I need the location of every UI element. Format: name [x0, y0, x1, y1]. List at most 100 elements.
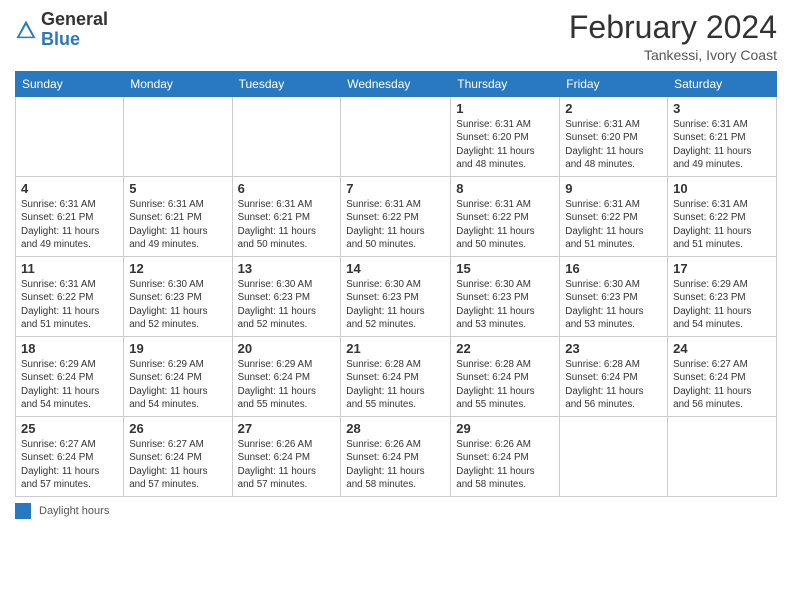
day-info: Sunrise: 6:31 AM Sunset: 6:22 PM Dayligh…	[565, 198, 662, 251]
calendar-cell: 6 Sunrise: 6:31 AM Sunset: 6:21 PM Daylig…	[232, 177, 341, 257]
calendar-cell: 7 Sunrise: 6:31 AM Sunset: 6:22 PM Daylig…	[341, 177, 451, 257]
day-info: Sunrise: 6:29 AM Sunset: 6:24 PM Dayligh…	[129, 358, 226, 411]
calendar-cell: 15 Sunrise: 6:30 AM Sunset: 6:23 PM Dayli…	[451, 257, 560, 337]
day-info: Sunrise: 6:29 AM Sunset: 6:24 PM Dayligh…	[21, 358, 118, 411]
calendar-cell: 19 Sunrise: 6:29 AM Sunset: 6:24 PM Dayli…	[124, 337, 232, 417]
logo-icon	[15, 19, 37, 41]
day-number: 27	[238, 421, 336, 436]
legend-color-box	[15, 503, 31, 519]
calendar-cell	[341, 97, 451, 177]
calendar-cell: 13 Sunrise: 6:30 AM Sunset: 6:23 PM Dayli…	[232, 257, 341, 337]
day-number: 6	[238, 181, 336, 196]
day-number: 7	[346, 181, 445, 196]
calendar-cell: 17 Sunrise: 6:29 AM Sunset: 6:23 PM Dayli…	[668, 257, 777, 337]
day-info: Sunrise: 6:31 AM Sunset: 6:21 PM Dayligh…	[238, 198, 336, 251]
day-number: 3	[673, 101, 771, 116]
calendar-header-thursday: Thursday	[451, 72, 560, 97]
calendar-cell	[560, 417, 668, 497]
day-number: 22	[456, 341, 554, 356]
day-number: 26	[129, 421, 226, 436]
footer: Daylight hours	[15, 503, 777, 519]
day-number: 25	[21, 421, 118, 436]
calendar-cell: 12Sunrise: 6:30 AM Sunset: 6:23 PM Dayli…	[124, 257, 232, 337]
day-number: 19	[129, 341, 226, 356]
day-info: Sunrise: 6:27 AM Sunset: 6:24 PM Dayligh…	[673, 358, 771, 411]
calendar-table: SundayMondayTuesdayWednesdayThursdayFrid…	[15, 71, 777, 497]
calendar-cell: 25 Sunrise: 6:27 AM Sunset: 6:24 PM Dayli…	[16, 417, 124, 497]
header: General Blue February 2024 Tankessi, Ivo…	[15, 10, 777, 63]
calendar-week-1: 1Sunrise: 6:31 AM Sunset: 6:20 PM Daylig…	[16, 97, 777, 177]
day-info: Sunrise: 6:27 AM Sunset: 6:24 PM Dayligh…	[21, 438, 118, 491]
calendar-cell	[124, 97, 232, 177]
day-number: 23	[565, 341, 662, 356]
month-title: February 2024	[569, 10, 777, 45]
logo-blue-text: Blue	[41, 29, 80, 49]
calendar-header-sunday: Sunday	[16, 72, 124, 97]
day-info: Sunrise: 6:26 AM Sunset: 6:24 PM Dayligh…	[456, 438, 554, 491]
day-number: 14	[346, 261, 445, 276]
calendar-header-row: SundayMondayTuesdayWednesdayThursdayFrid…	[16, 72, 777, 97]
day-number: 21	[346, 341, 445, 356]
day-number: 28	[346, 421, 445, 436]
calendar-cell: 20 Sunrise: 6:29 AM Sunset: 6:24 PM Dayli…	[232, 337, 341, 417]
day-number: 8	[456, 181, 554, 196]
calendar-week-4: 18Sunrise: 6:29 AM Sunset: 6:24 PM Dayli…	[16, 337, 777, 417]
day-number: 13	[238, 261, 336, 276]
day-info: Sunrise: 6:31 AM Sunset: 6:22 PM Dayligh…	[21, 278, 118, 331]
calendar-cell: 3 Sunrise: 6:31 AM Sunset: 6:21 PM Daylig…	[668, 97, 777, 177]
calendar-cell: 22 Sunrise: 6:28 AM Sunset: 6:24 PM Dayli…	[451, 337, 560, 417]
day-number: 4	[21, 181, 118, 196]
day-info: Sunrise: 6:31 AM Sunset: 6:20 PM Dayligh…	[456, 118, 554, 171]
calendar-cell: 29Sunrise: 6:26 AM Sunset: 6:24 PM Dayli…	[451, 417, 560, 497]
calendar-cell: 26Sunrise: 6:27 AM Sunset: 6:24 PM Dayli…	[124, 417, 232, 497]
calendar-cell: 21 Sunrise: 6:28 AM Sunset: 6:24 PM Dayli…	[341, 337, 451, 417]
day-info: Sunrise: 6:31 AM Sunset: 6:21 PM Dayligh…	[673, 118, 771, 171]
calendar-cell	[232, 97, 341, 177]
day-info: Sunrise: 6:29 AM Sunset: 6:23 PM Dayligh…	[673, 278, 771, 331]
day-info: Sunrise: 6:30 AM Sunset: 6:23 PM Dayligh…	[456, 278, 554, 331]
calendar-week-3: 11Sunrise: 6:31 AM Sunset: 6:22 PM Dayli…	[16, 257, 777, 337]
calendar-cell: 10 Sunrise: 6:31 AM Sunset: 6:22 PM Dayli…	[668, 177, 777, 257]
day-info: Sunrise: 6:30 AM Sunset: 6:23 PM Dayligh…	[238, 278, 336, 331]
day-info: Sunrise: 6:28 AM Sunset: 6:24 PM Dayligh…	[565, 358, 662, 411]
day-info: Sunrise: 6:29 AM Sunset: 6:24 PM Dayligh…	[238, 358, 336, 411]
calendar-cell: 16Sunrise: 6:30 AM Sunset: 6:23 PM Dayli…	[560, 257, 668, 337]
calendar-header-saturday: Saturday	[668, 72, 777, 97]
logo: General Blue	[15, 10, 108, 50]
calendar-header-wednesday: Wednesday	[341, 72, 451, 97]
day-info: Sunrise: 6:28 AM Sunset: 6:24 PM Dayligh…	[346, 358, 445, 411]
day-info: Sunrise: 6:31 AM Sunset: 6:22 PM Dayligh…	[456, 198, 554, 251]
calendar-cell: 28Sunrise: 6:26 AM Sunset: 6:24 PM Dayli…	[341, 417, 451, 497]
calendar-header-tuesday: Tuesday	[232, 72, 341, 97]
day-info: Sunrise: 6:28 AM Sunset: 6:24 PM Dayligh…	[456, 358, 554, 411]
calendar-cell: 4Sunrise: 6:31 AM Sunset: 6:21 PM Daylig…	[16, 177, 124, 257]
calendar-cell	[668, 417, 777, 497]
day-info: Sunrise: 6:31 AM Sunset: 6:21 PM Dayligh…	[129, 198, 226, 251]
day-info: Sunrise: 6:30 AM Sunset: 6:23 PM Dayligh…	[565, 278, 662, 331]
day-number: 20	[238, 341, 336, 356]
day-number: 5	[129, 181, 226, 196]
calendar-cell: 27Sunrise: 6:26 AM Sunset: 6:24 PM Dayli…	[232, 417, 341, 497]
day-number: 17	[673, 261, 771, 276]
day-info: Sunrise: 6:31 AM Sunset: 6:22 PM Dayligh…	[346, 198, 445, 251]
calendar-cell: 8 Sunrise: 6:31 AM Sunset: 6:22 PM Daylig…	[451, 177, 560, 257]
day-info: Sunrise: 6:30 AM Sunset: 6:23 PM Dayligh…	[129, 278, 226, 331]
calendar-cell: 2Sunrise: 6:31 AM Sunset: 6:20 PM Daylig…	[560, 97, 668, 177]
calendar-week-2: 4 Sunrise: 6:31 AM Sunset: 6:21 PM Daylig…	[16, 177, 777, 257]
calendar-header-friday: Friday	[560, 72, 668, 97]
day-number: 24	[673, 341, 771, 356]
day-number: 2	[565, 101, 662, 116]
day-number: 10	[673, 181, 771, 196]
day-number: 15	[456, 261, 554, 276]
calendar-cell: 1Sunrise: 6:31 AM Sunset: 6:20 PM Daylig…	[451, 97, 560, 177]
page: General Blue February 2024 Tankessi, Ivo…	[0, 0, 792, 612]
calendar-cell	[16, 97, 124, 177]
day-info: Sunrise: 6:30 AM Sunset: 6:23 PM Dayligh…	[346, 278, 445, 331]
calendar-cell: 9Sunrise: 6:31 AM Sunset: 6:22 PM Daylig…	[560, 177, 668, 257]
calendar-header-monday: Monday	[124, 72, 232, 97]
calendar-week-5: 25 Sunrise: 6:27 AM Sunset: 6:24 PM Dayli…	[16, 417, 777, 497]
calendar-cell: 23 Sunrise: 6:28 AM Sunset: 6:24 PM Dayli…	[560, 337, 668, 417]
day-info: Sunrise: 6:31 AM Sunset: 6:22 PM Dayligh…	[673, 198, 771, 251]
calendar-cell: 5 Sunrise: 6:31 AM Sunset: 6:21 PM Daylig…	[124, 177, 232, 257]
location: Tankessi, Ivory Coast	[569, 47, 777, 63]
